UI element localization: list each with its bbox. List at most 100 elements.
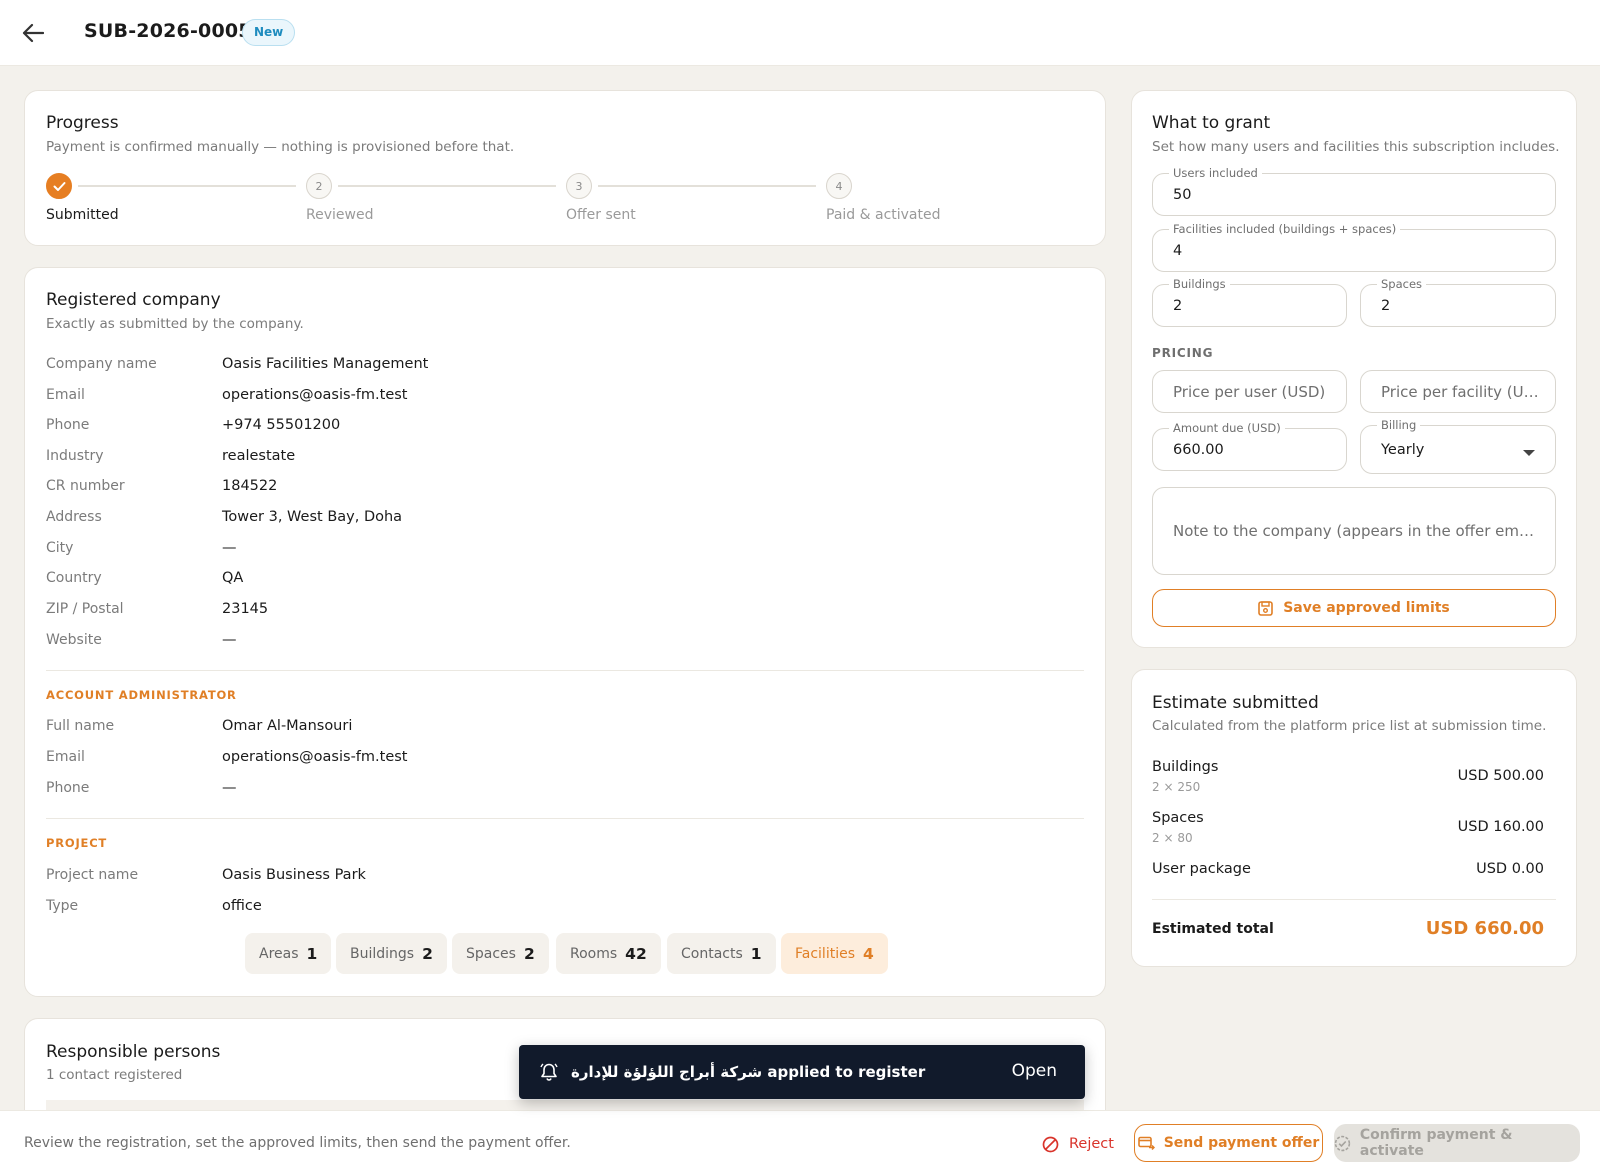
- chip-count: 2: [422, 944, 433, 963]
- facilities-included-field[interactable]: Facilities included (buildings + spaces)…: [1152, 222, 1556, 272]
- toast-open-button[interactable]: Open: [1012, 1061, 1057, 1081]
- city-label: City: [46, 540, 74, 556]
- send-payment-offer-label: Send payment offer: [1163, 1135, 1320, 1151]
- estimated-total-label: Estimated total: [1152, 921, 1274, 937]
- ban-icon: [1042, 1136, 1059, 1152]
- toast-message: شركة أبراج اللؤلؤة للإدارة applied to re…: [571, 1063, 926, 1081]
- zip-label: ZIP / Postal: [46, 601, 124, 617]
- zip-value: 23145: [222, 601, 269, 617]
- company-phone-label: Phone: [46, 417, 90, 433]
- section-divider: [46, 670, 1084, 671]
- reject-button[interactable]: Reject: [1042, 1126, 1114, 1162]
- note-textarea[interactable]: Note to the company (appears in the offe…: [1152, 487, 1556, 575]
- registration-toast: شركة أبراج اللؤلؤة للإدارة applied to re…: [519, 1045, 1085, 1099]
- progress-subtitle: Payment is confirmed manually — nothing …: [46, 139, 515, 155]
- check-icon: [53, 181, 65, 191]
- estimated-total-amount: USD 660.00: [1425, 918, 1544, 939]
- progress-title: Progress: [46, 113, 119, 133]
- chip-label: Rooms: [570, 945, 618, 962]
- project-type-value: office: [222, 898, 262, 914]
- verified-check-icon: [1334, 1135, 1351, 1151]
- bell-icon: [540, 1063, 558, 1081]
- note-placeholder: Note to the company (appears in the offe…: [1173, 522, 1541, 540]
- admin-fullname-label: Full name: [46, 718, 115, 734]
- bottom-hint: Review the registration, set the approve…: [24, 1135, 571, 1151]
- buildings-field[interactable]: Buildings 2: [1152, 277, 1347, 327]
- buildings-value: 2: [1173, 298, 1183, 314]
- company-email-label: Email: [46, 387, 85, 403]
- price-per-user-field[interactable]: Price per user (USD): [1152, 370, 1347, 413]
- estimate-user-package-amount: USD 0.00: [1476, 861, 1544, 877]
- website-label: Website: [46, 632, 102, 648]
- step-2-circle: 2: [306, 173, 332, 199]
- step-1-label: Submitted: [46, 207, 119, 223]
- company-card: [24, 267, 1106, 997]
- save-approved-limits-button[interactable]: Save approved limits: [1152, 589, 1556, 627]
- responsible-subtitle: 1 contact registered: [46, 1067, 183, 1083]
- company-name-value: Oasis Facilities Management: [222, 356, 429, 372]
- billing-select[interactable]: Billing Yearly: [1360, 418, 1556, 474]
- users-included-label: Users included: [1169, 166, 1262, 180]
- project-section-heading: PROJECT: [46, 836, 108, 850]
- grant-title: What to grant: [1152, 113, 1271, 133]
- admin-phone-value: —: [222, 780, 237, 796]
- chip-label: Areas: [259, 945, 299, 962]
- chip-count: 42: [625, 944, 647, 963]
- chip-label: Spaces: [466, 945, 516, 962]
- arrow-left-icon: [22, 23, 44, 43]
- step-connector: [338, 185, 556, 187]
- send-payment-offer-button[interactable]: Send payment offer: [1134, 1124, 1323, 1162]
- progress-card: [24, 90, 1106, 246]
- chip-count: 4: [863, 944, 874, 963]
- estimate-buildings-detail: 2 × 250: [1152, 780, 1201, 794]
- reject-label: Reject: [1069, 1136, 1114, 1152]
- estimate-buildings-amount: USD 500.00: [1457, 768, 1544, 784]
- step-4-label: Paid & activated: [826, 207, 941, 223]
- estimate-divider: [1152, 899, 1556, 900]
- admin-phone-label: Phone: [46, 780, 90, 796]
- chip-label: Contacts: [681, 945, 743, 962]
- save-approved-limits-label: Save approved limits: [1283, 600, 1450, 616]
- step-3-circle: 3: [566, 173, 592, 199]
- amount-due-value: 660.00: [1173, 442, 1224, 458]
- project-name-value: Oasis Business Park: [222, 867, 366, 883]
- step-4-circle: 4: [826, 173, 852, 199]
- back-button[interactable]: [18, 18, 48, 48]
- confirm-payment-activate-button[interactable]: Confirm payment & activate: [1334, 1124, 1580, 1162]
- admin-email-value: operations@oasis-fm.test: [222, 749, 408, 765]
- page-title: SUB-2026-0005: [84, 20, 252, 42]
- amount-due-field[interactable]: Amount due (USD) 660.00: [1152, 421, 1347, 471]
- company-subtitle: Exactly as submitted by the company.: [46, 316, 304, 332]
- spaces-label: Spaces: [1377, 277, 1427, 291]
- step-connector: [598, 185, 816, 187]
- amount-due-label: Amount due (USD): [1169, 421, 1285, 435]
- chip-buildings: Buildings 2: [336, 933, 447, 974]
- chip-facilities: Facilities 4: [781, 933, 888, 974]
- company-name-label: Company name: [46, 356, 157, 372]
- estimate-spaces-label: Spaces: [1152, 810, 1204, 826]
- payment-send-icon: [1137, 1136, 1155, 1150]
- admin-section-heading: ACCOUNT ADMINISTRATOR: [46, 688, 237, 702]
- website-value: —: [222, 632, 237, 648]
- company-title: Registered company: [46, 290, 221, 310]
- spaces-field[interactable]: Spaces 2: [1360, 277, 1556, 327]
- responsible-title: Responsible persons: [46, 1042, 221, 1062]
- users-included-value: 50: [1173, 187, 1192, 203]
- address-label: Address: [46, 509, 102, 525]
- cr-number-value: 184522: [222, 478, 278, 494]
- estimate-user-package-label: User package: [1152, 861, 1251, 877]
- price-per-facility-field[interactable]: Price per facility (USD): [1360, 370, 1556, 413]
- country-value: QA: [222, 570, 244, 586]
- chip-contacts: Contacts 1: [667, 933, 776, 974]
- estimate-spaces-amount: USD 160.00: [1457, 819, 1544, 835]
- city-value: —: [222, 540, 237, 556]
- address-value: Tower 3, West Bay, Doha: [222, 509, 403, 525]
- step-2-label: Reviewed: [306, 207, 374, 223]
- step-1-done: [46, 173, 72, 199]
- spaces-value: 2: [1381, 298, 1391, 314]
- company-email-value: operations@oasis-fm.test: [222, 387, 408, 403]
- users-included-field[interactable]: Users included 50: [1152, 166, 1556, 216]
- chevron-down-icon: [1523, 450, 1535, 456]
- industry-label: Industry: [46, 448, 104, 464]
- chip-label: Buildings: [350, 945, 415, 962]
